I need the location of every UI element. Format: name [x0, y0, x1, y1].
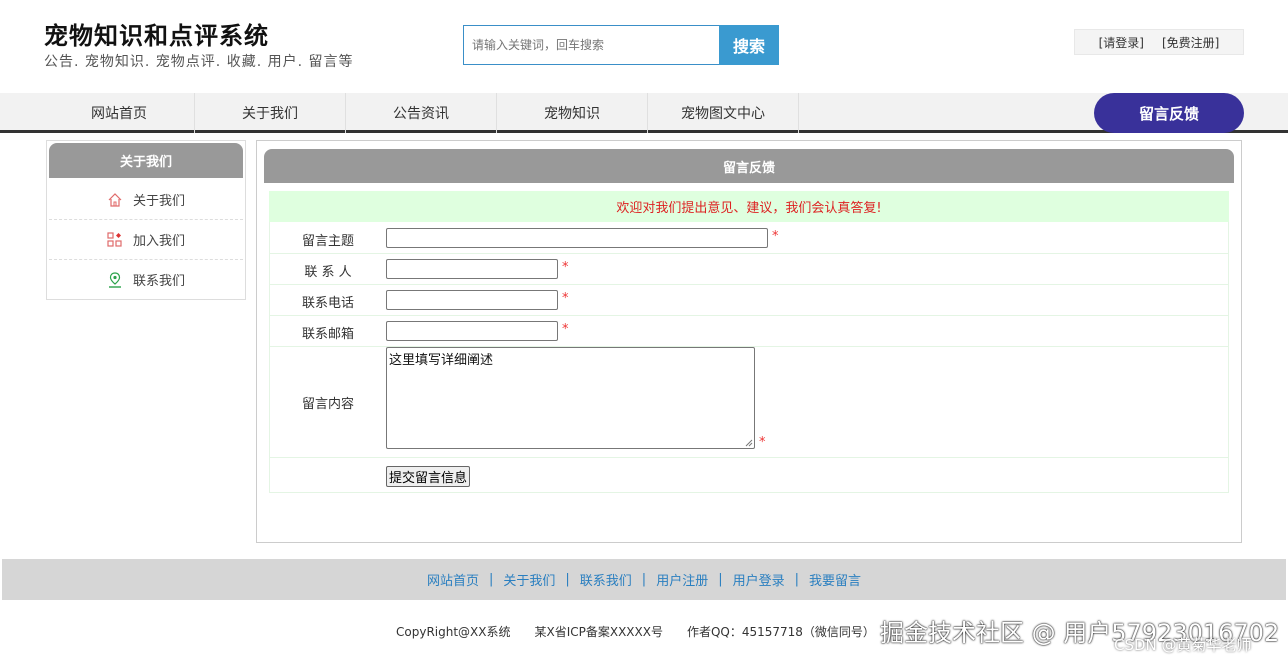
- footer-separator: |: [565, 572, 570, 587]
- form-row-email: 联系邮箱 *: [270, 316, 1228, 347]
- subject-label: 留言主题: [301, 234, 354, 249]
- feedback-panel: 留言反馈 欢迎对我们提出意见、建议，我们会认真答复! 留言主题 * 联 系 人 …: [256, 140, 1242, 543]
- welcome-message: 欢迎对我们提出意见、建议，我们会认真答复!: [269, 191, 1229, 222]
- required-mark: *: [562, 260, 569, 275]
- location-icon: [108, 271, 121, 288]
- login-link[interactable]: [请登录]: [1099, 34, 1144, 51]
- sidebar-item-label: 关于我们: [132, 194, 185, 209]
- form-row-contact: 联 系 人 *: [270, 254, 1228, 285]
- site-title: 宠物知识和点评系统: [44, 22, 269, 50]
- nav-home[interactable]: 网站首页: [44, 93, 195, 133]
- email-input[interactable]: [386, 321, 558, 341]
- footer-link-contact[interactable]: 联系我们: [580, 570, 632, 589]
- content-textarea[interactable]: 这里填写详细阐述: [386, 347, 755, 449]
- footer-separator: |: [718, 572, 723, 587]
- form-row-content: 留言内容 这里填写详细阐述 *: [270, 347, 1228, 458]
- sidebar-item-label: 联系我们: [132, 274, 185, 289]
- footer-link-register[interactable]: 用户注册: [656, 570, 708, 589]
- required-mark: *: [759, 435, 766, 450]
- site-subtitle: 公告. 宠物知识. 宠物点评. 收藏. 用户. 留言等: [44, 54, 354, 70]
- sidebar-item-label: 加入我们: [132, 234, 185, 249]
- contact-input[interactable]: [386, 259, 558, 279]
- apps-icon: [107, 231, 122, 247]
- main-nav: 网站首页 关于我们 公告资讯 宠物知识 宠物图文中心 留言反馈: [0, 93, 1288, 133]
- form-row-subject: 留言主题 *: [270, 222, 1228, 254]
- contact-label: 联 系 人: [304, 265, 352, 280]
- required-mark: *: [562, 291, 569, 306]
- footer-separator: |: [794, 572, 799, 587]
- sidebar-item-contact[interactable]: 联系我们: [49, 260, 243, 300]
- sidebar-item-about[interactable]: 关于我们: [49, 180, 243, 220]
- sidebar: 关于我们 关于我们 加入我们 联系我们: [46, 140, 246, 300]
- phone-label: 联系电话: [301, 296, 354, 311]
- footer-link-login[interactable]: 用户登录: [733, 570, 785, 589]
- resize-grip-icon[interactable]: [745, 439, 753, 447]
- nav-feedback[interactable]: 留言反馈: [1094, 93, 1244, 133]
- sidebar-title: 关于我们: [49, 143, 243, 178]
- submit-button[interactable]: 提交留言信息: [386, 466, 471, 487]
- phone-input[interactable]: [386, 290, 558, 310]
- register-link[interactable]: [免费注册]: [1162, 34, 1219, 51]
- footer-link-message[interactable]: 我要留言: [809, 570, 861, 589]
- user-links: [请登录] [免费注册]: [1074, 29, 1244, 55]
- email-label: 联系邮箱: [301, 327, 354, 342]
- nav-about[interactable]: 关于我们: [195, 93, 346, 133]
- subject-input[interactable]: [386, 228, 768, 248]
- nav-gallery[interactable]: 宠物图文中心: [648, 93, 799, 133]
- copyright-text: CopyRight@XX系统 某X省ICP备案XXXXX号 作者QQ：45157…: [396, 625, 875, 639]
- sidebar-item-join[interactable]: 加入我们: [49, 220, 243, 260]
- content-label: 留言内容: [301, 397, 354, 412]
- required-mark: *: [772, 229, 779, 244]
- footer-links: 网站首页 | 关于我们 | 联系我们 | 用户注册 | 用户登录 | 我要留言: [2, 559, 1286, 600]
- panel-title: 留言反馈: [264, 149, 1234, 183]
- watermark-csdn: CSDN @黄菊华老师: [1114, 636, 1252, 654]
- feedback-form: 留言主题 * 联 系 人 * 联系电话 * 联系邮箱 * 留言内容 这里填写详细…: [269, 222, 1229, 493]
- home-icon: [108, 192, 122, 207]
- footer-link-about[interactable]: 关于我们: [503, 570, 555, 589]
- footer-link-home[interactable]: 网站首页: [427, 570, 479, 589]
- nav-news[interactable]: 公告资讯: [346, 93, 497, 133]
- nav-knowledge[interactable]: 宠物知识: [497, 93, 648, 133]
- required-mark: *: [562, 322, 569, 337]
- footer-separator: |: [641, 572, 647, 587]
- content-text: 这里填写详细阐述: [389, 353, 494, 368]
- search-input[interactable]: [463, 25, 720, 65]
- form-row-phone: 联系电话 *: [270, 285, 1228, 316]
- footer-separator: |: [488, 572, 494, 587]
- search-button[interactable]: 搜索: [719, 25, 779, 65]
- form-row-submit: 提交留言信息: [270, 458, 1228, 493]
